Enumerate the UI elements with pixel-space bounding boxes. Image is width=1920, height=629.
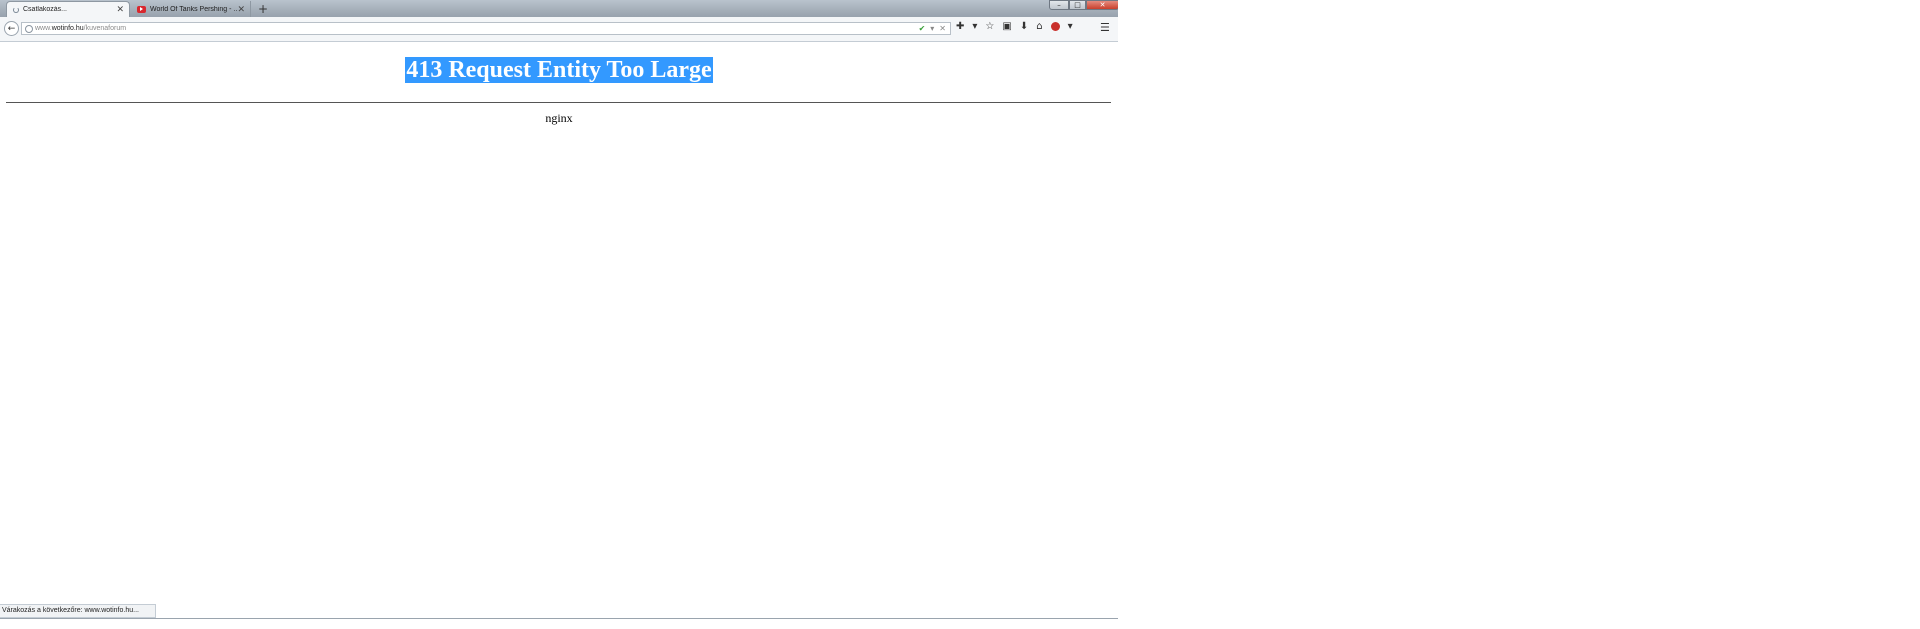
home-icon[interactable]: ⌂ (1036, 21, 1042, 32)
clipboard-icon[interactable]: ▣ (1002, 21, 1011, 32)
navigation-toolbar: ← www.wotinfo.hu/kuvenaforum ✔ ▾ ✕ ✚ ▾ ☆… (0, 17, 1118, 42)
url-bar-icons: ✔ ▾ ✕ (919, 23, 946, 34)
window-bottom-border (0, 618, 1118, 619)
tab-close-icon[interactable]: ✕ (237, 4, 245, 14)
back-button[interactable]: ← (4, 21, 19, 36)
minimize-button[interactable]: – (1049, 0, 1069, 10)
new-tab-button[interactable]: + (258, 1, 268, 17)
status-bar: Várakozás a következőre: www.wotinfo.hu.… (0, 604, 156, 618)
page-content: 413 Request Entity Too Large nginx (0, 42, 1118, 618)
extension-icon[interactable]: ✚ (956, 21, 964, 32)
url-domain: wotinfo.hu (51, 25, 84, 32)
bookmark-star-icon[interactable]: ☆ (985, 21, 994, 32)
window-controls: – □ ✕ (1049, 0, 1118, 10)
loading-spinner-icon (13, 6, 19, 13)
url-text[interactable]: www.wotinfo.hu/kuvenaforum (35, 23, 126, 34)
site-identity-icon[interactable] (25, 25, 33, 33)
server-name: nginx (545, 111, 573, 125)
selected-heading-text: 413 Request Entity Too Large (405, 57, 713, 83)
tab-label: World Of Tanks Pershing - ... (150, 5, 238, 13)
browser-window: Csatlakozás... ✕ World Of Tanks Pershing… (0, 0, 1118, 629)
error-heading: 413 Request Entity Too Large (0, 56, 1118, 84)
url-bar[interactable]: www.wotinfo.hu/kuvenaforum ✔ ▾ ✕ (21, 22, 951, 35)
tab-youtube[interactable]: World Of Tanks Pershing - ... ✕ (133, 1, 251, 17)
url-path: /kuvenaforum (83, 25, 127, 32)
hamburger-menu-icon[interactable]: ☰ (1100, 21, 1110, 34)
adblock-icon[interactable] (1050, 22, 1060, 31)
dropdown-icon[interactable]: ▾ (930, 23, 934, 34)
tab-label: Csatlakozás... (23, 6, 67, 13)
tab-close-icon[interactable]: ✕ (116, 5, 124, 14)
adblock-dropdown-icon[interactable]: ▾ (1068, 21, 1073, 32)
check-icon[interactable]: ✔ (919, 23, 926, 34)
stop-icon[interactable]: ✕ (939, 23, 946, 34)
youtube-icon (137, 5, 146, 13)
close-window-button[interactable]: ✕ (1086, 0, 1118, 10)
maximize-button[interactable]: □ (1069, 0, 1086, 10)
horizontal-rule (6, 102, 1111, 103)
extension-dropdown-icon[interactable]: ▾ (972, 21, 977, 32)
tab-connecting[interactable]: Csatlakozás... ✕ (6, 1, 130, 17)
url-prefix: www. (35, 25, 52, 32)
download-icon[interactable]: ⬇ (1020, 21, 1028, 32)
toolbar-buttons: ✚ ▾ ☆ ▣ ⬇ ⌂ ▾ (956, 21, 1073, 32)
tab-strip: Csatlakozás... ✕ World Of Tanks Pershing… (0, 0, 1118, 17)
